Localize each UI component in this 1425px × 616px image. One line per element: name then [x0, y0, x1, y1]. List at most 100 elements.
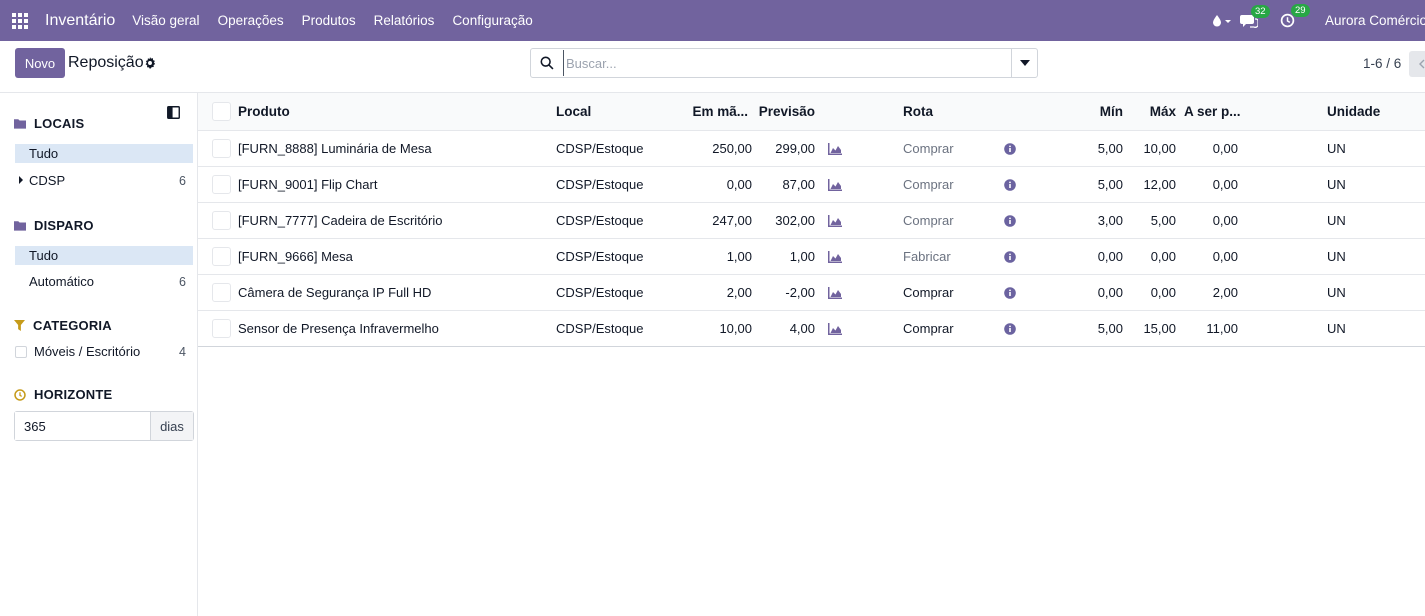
cell-on-hand: 10,00	[719, 321, 752, 336]
category-checkbox[interactable]	[15, 345, 27, 358]
info-icon[interactable]	[1004, 311, 1016, 346]
col-to-order[interactable]: A ser p...	[1184, 93, 1241, 130]
cell-max: 12,00	[1143, 177, 1176, 192]
select-all-checkbox[interactable]	[212, 102, 231, 121]
apps-menu-icon[interactable]	[0, 0, 40, 41]
row-checkbox[interactable]	[212, 139, 231, 158]
filter-disparo-automatico[interactable]: Automático 6	[15, 272, 193, 291]
table-row[interactable]: [FURN_9001] Flip Chart CDSP/Estoque 0,00…	[198, 167, 1425, 203]
section-disparo-title: DISPARO	[34, 218, 94, 233]
cell-location: CDSP/Estoque	[556, 141, 644, 156]
info-icon[interactable]	[1004, 167, 1016, 202]
gear-icon[interactable]	[144, 57, 156, 72]
cell-route[interactable]: Comprar	[903, 311, 954, 346]
cell-unit: UN	[1327, 213, 1346, 228]
search-input[interactable]	[563, 50, 1011, 76]
expand-caret-icon[interactable]	[19, 176, 23, 184]
menu-operacoes[interactable]: Operações	[218, 13, 284, 28]
col-unit[interactable]: Unidade	[1327, 93, 1380, 130]
col-on-hand[interactable]: Em mã...	[678, 93, 748, 130]
info-icon[interactable]	[1004, 131, 1016, 166]
activities-clock-icon[interactable]: 29	[1280, 4, 1310, 28]
row-checkbox-cell	[212, 203, 231, 238]
col-max[interactable]: Máx	[1123, 93, 1176, 130]
row-checkbox-cell	[212, 239, 231, 274]
cell-on-hand: 0,00	[726, 177, 752, 192]
cell-to-order: 11,00	[1206, 321, 1238, 336]
col-product[interactable]: Produto	[238, 93, 290, 130]
section-locais: LOCAIS	[14, 116, 84, 131]
forecast-graph-icon[interactable]	[828, 131, 842, 166]
col-location[interactable]: Local	[556, 93, 591, 130]
menu-visao-geral[interactable]: Visão geral	[132, 13, 199, 28]
table-row[interactable]: Câmera de Segurança IP Full HD CDSP/Esto…	[198, 275, 1425, 311]
cell-route[interactable]: Fabricar	[903, 239, 951, 274]
cell-on-hand: 247,00	[712, 213, 752, 228]
forecast-graph-icon[interactable]	[828, 239, 842, 274]
horizon-field: dias	[14, 411, 194, 441]
section-locais-title: LOCAIS	[34, 116, 85, 131]
forecast-graph-icon[interactable]	[828, 203, 842, 238]
cell-max: 0,00	[1150, 285, 1176, 300]
cell-max: 10,00	[1143, 141, 1176, 156]
cell-route[interactable]: Comprar	[903, 167, 954, 202]
row-checkbox[interactable]	[212, 319, 231, 338]
table-row[interactable]: [FURN_8888] Luminária de Mesa CDSP/Estoq…	[198, 131, 1425, 167]
info-icon[interactable]	[1004, 203, 1016, 238]
menu-configuracao[interactable]: Configuração	[452, 13, 532, 28]
cell-location: CDSP/Estoque	[556, 177, 644, 192]
filter-locais-cdsp[interactable]: CDSP 6	[15, 171, 193, 190]
filter-count: 4	[179, 344, 186, 359]
horizon-days-input[interactable]	[15, 412, 151, 440]
filter-locais-tudo[interactable]: Tudo	[15, 144, 193, 163]
cell-on-hand: 2,00	[726, 285, 752, 300]
table-row[interactable]: [FURN_9666] Mesa CDSP/Estoque 1,00 1,00 …	[198, 239, 1425, 275]
filter-disparo-tudo[interactable]: Tudo	[15, 246, 193, 265]
menu-produtos[interactable]: Produtos	[302, 13, 356, 28]
pager-value[interactable]: 1-6 / 6	[1363, 56, 1401, 71]
col-route[interactable]: Rota	[903, 93, 933, 130]
cell-forecast: 4,00	[789, 321, 815, 336]
messages-icon[interactable]: 32	[1239, 4, 1270, 28]
row-checkbox-cell	[212, 131, 231, 166]
sidebar-collapse-icon[interactable]	[167, 106, 180, 122]
forecast-graph-icon[interactable]	[828, 275, 842, 310]
cell-route[interactable]: Comprar	[903, 275, 954, 310]
cell-product: Sensor de Presença Infravermelho	[238, 321, 439, 336]
table-row[interactable]: Sensor de Presença Infravermelho CDSP/Es…	[198, 311, 1425, 347]
new-button[interactable]: Novo	[15, 48, 65, 78]
row-checkbox[interactable]	[212, 175, 231, 194]
forecast-graph-icon[interactable]	[828, 311, 842, 346]
cell-route[interactable]: Comprar	[903, 131, 954, 166]
row-checkbox[interactable]	[212, 211, 231, 230]
filter-categoria-moveis[interactable]: Móveis / Escritório 4	[15, 342, 193, 361]
debug-drop-icon[interactable]	[1212, 14, 1232, 28]
forecast-graph-icon[interactable]	[828, 167, 842, 202]
col-forecast[interactable]: Previsão	[748, 93, 815, 130]
cell-on-hand: 1,00	[726, 249, 752, 264]
section-horizonte-title: HORIZONTE	[34, 387, 113, 402]
cell-location: CDSP/Estoque	[556, 285, 644, 300]
table-row[interactable]: [FURN_7777] Cadeira de Escritório CDSP/E…	[198, 203, 1425, 239]
filter-label: CDSP	[29, 173, 66, 188]
search-options-toggle[interactable]	[1011, 49, 1037, 77]
menu-relatorios[interactable]: Relatórios	[374, 13, 435, 28]
cell-min: 0,00	[1097, 249, 1123, 264]
filter-label: Móveis / Escritório	[34, 344, 141, 359]
row-checkbox[interactable]	[212, 283, 231, 302]
cell-route[interactable]: Comprar	[903, 203, 954, 238]
cell-product: [FURN_8888] Luminária de Mesa	[238, 141, 432, 156]
app-title[interactable]: Inventário	[45, 12, 115, 30]
cell-unit: UN	[1327, 177, 1346, 192]
cell-max: 0,00	[1150, 249, 1176, 264]
cell-unit: UN	[1327, 285, 1346, 300]
cell-max: 15,00	[1143, 321, 1176, 336]
info-icon[interactable]	[1004, 239, 1016, 274]
company-switcher[interactable]: Aurora Comércio	[1325, 13, 1425, 28]
pager-previous-button[interactable]	[1409, 51, 1425, 77]
row-checkbox[interactable]	[212, 247, 231, 266]
cell-min: 5,00	[1097, 177, 1123, 192]
info-icon[interactable]	[1004, 275, 1016, 310]
col-min[interactable]: Mín	[1058, 93, 1123, 130]
table-body: [FURN_8888] Luminária de Mesa CDSP/Estoq…	[198, 131, 1425, 347]
